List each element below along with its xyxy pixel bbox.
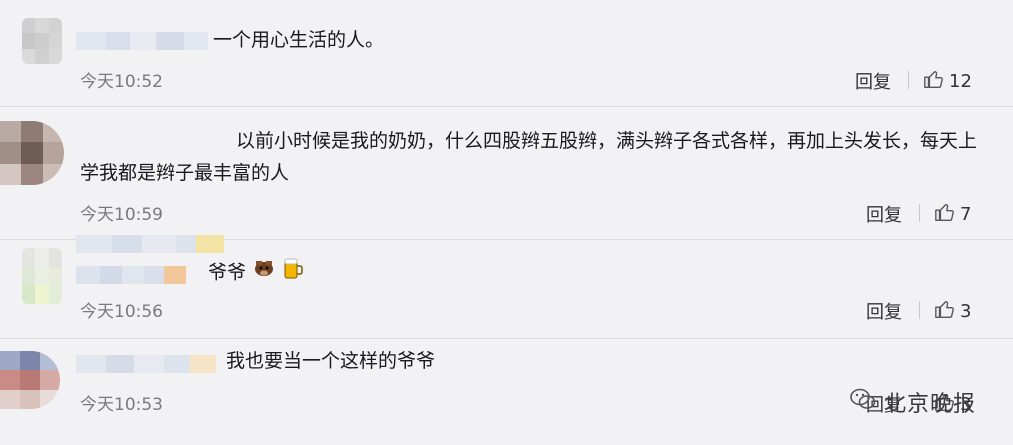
comment-time: 今天10:59	[80, 205, 163, 225]
comment-text-line: 以前小时候是我的奶奶，什么四股辫五股辫，满头辫子各式各样，再加上头发长，每天上	[236, 130, 978, 152]
thumbs-up-icon	[934, 201, 956, 228]
comment-text-line: 学我都是辫子最丰富的人	[80, 162, 290, 184]
comment-time: 今天10:56	[80, 302, 163, 322]
like-button[interactable]: 3	[934, 298, 971, 325]
reply-button[interactable]: 回复	[866, 298, 902, 324]
nickname-blurred[interactable]	[76, 32, 208, 50]
divider	[919, 204, 920, 222]
comment-text: 爷爷	[208, 256, 304, 290]
avatar[interactable]	[22, 18, 62, 64]
comment-item: 一个用心生活的人。 今天10:52 回复 12	[0, 0, 1013, 107]
watermark-label: 北京晚报	[884, 392, 977, 417]
thumbs-up-icon	[934, 298, 956, 325]
avatar[interactable]	[22, 248, 62, 304]
comment-item: 爷爷 今天10:56 回复 3	[0, 240, 1013, 339]
like-count: 12	[949, 71, 972, 92]
wechat-icon	[848, 384, 878, 420]
reply-button[interactable]: 回复	[855, 68, 891, 94]
cow-face-emoji	[252, 257, 276, 289]
comment-item: 以前小时候是我的奶奶，什么四股辫五股辫，满头辫子各式各样，再加上头发长，每天上 …	[0, 107, 1013, 253]
divider	[908, 71, 909, 89]
beer-mug-emoji	[282, 256, 304, 290]
reply-button[interactable]: 回复	[866, 201, 902, 227]
comment-text: 我也要当一个这样的爷爷	[226, 350, 436, 372]
avatar[interactable]	[0, 121, 64, 185]
like-button[interactable]: 12	[923, 68, 972, 95]
thumbs-up-icon	[923, 68, 945, 95]
nickname-blurred[interactable]	[76, 266, 186, 284]
like-count: 3	[960, 301, 972, 322]
divider	[919, 301, 920, 319]
like-count: 7	[960, 204, 972, 225]
nickname-blurred[interactable]	[76, 355, 216, 373]
comment-time: 今天10:53	[80, 395, 163, 415]
wechat-watermark: 北京晚报	[848, 384, 976, 420]
comment-text: 一个用心生活的人。	[213, 29, 385, 51]
like-button[interactable]: 7	[934, 201, 971, 228]
avatar[interactable]	[0, 351, 60, 409]
comment-time: 今天10:52	[80, 72, 163, 92]
